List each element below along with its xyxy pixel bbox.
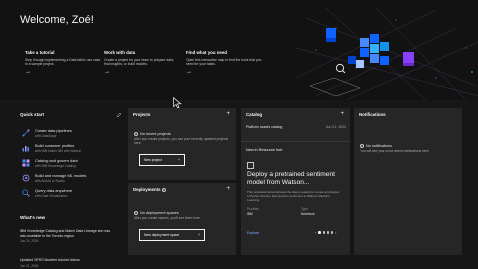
explore-link[interactable]: Explore [247,231,259,235]
quick-start-sub: with AutoAI or Studio [35,178,65,183]
pipeline-icon [22,129,30,137]
quick-start-sub: with Data Virtualization [35,193,68,198]
quick-start-item-ml[interactable]: Build and manage ML models with AutoAI o… [20,173,130,188]
find-what-you-need-card[interactable]: Find what you need Open this interactive… [186,50,262,75]
carousel-pager: ‹ › [315,230,336,235]
new-project-label: New project [144,158,162,162]
deployments-tile: Deployments i + i No deployment spaces Af… [128,183,236,255]
projects-title: Projects [133,112,151,117]
whats-new-item[interactable]: IBM Knowledge Catalog and Match Data Lin… [20,229,112,243]
notebook-icon [247,162,254,169]
quick-start-label: Catalog and govern data [35,158,78,163]
deployments-empty-title: No deployment spaces [140,211,179,215]
arrow-right-icon: → [25,68,31,75]
catalog-title: Catalog [246,112,263,117]
add-project-icon[interactable]: + [226,111,230,117]
projects-empty-desc: After you create projects, you see your … [134,137,229,146]
work-with-data-card-desc: Create a project for your team to prepar… [104,58,174,67]
add-catalog-icon[interactable]: + [340,111,344,117]
pager-dot[interactable] [330,231,334,234]
catalog-tile: Catalog + Platform assets catalog Jun 21… [241,108,350,255]
notifications-empty-title: No notifications [366,144,392,148]
quick-start-sub: with IBM Knowledge Catalog [35,163,76,168]
plus-icon: + [178,158,180,162]
quick-start-sub: with DataStage [35,133,57,138]
whats-new-text: Updated SPSS Modeler tutorial videos [20,258,80,262]
whats-new-title: What's new [20,215,46,220]
quick-start-item-catalog[interactable]: Catalog and govern data with IBM Knowled… [20,158,130,173]
deployments-empty-state: i No deployment spaces After you create s… [134,211,232,220]
whats-new-date: Jun 21, 2024 [20,263,39,268]
notifications-title: Notifications [359,112,386,117]
quick-start-label: Build and manage ML models [35,173,87,178]
tutorial-card-desc: Step through implementing a Data fabric … [25,58,101,67]
welcome-heading: Welcome, Zoé! [20,14,94,26]
tutorial-card[interactable]: Take a tutorial Step through implementin… [25,50,101,75]
pager-dot[interactable] [318,231,321,234]
whats-new-date: Jun 24, 2024 [20,239,39,243]
divider [241,141,350,142]
query-icon [22,189,30,197]
projects-empty-state: i No recent projects After you create pro… [134,132,232,145]
info-icon: i [360,144,364,148]
chevron-right-icon[interactable]: › [335,230,336,235]
ml-icon [22,174,30,182]
whats-new-item[interactable]: Updated SPSS Modeler tutorial videos Jun… [20,258,112,268]
plus-icon: + [198,233,200,237]
info-icon: i [134,211,138,215]
pager-dot[interactable] [326,231,329,234]
chevron-left-icon[interactable]: ‹ [315,230,316,235]
quick-start-title: Quick start [20,112,44,117]
welcome-banner: Welcome, Zoé! Take a tutorial Step throu… [0,0,478,100]
quick-start-list: Create data pipelines with DataStage Bui… [20,128,130,203]
new-project-button[interactable]: New project + [139,154,185,166]
quick-start-item-pipelines[interactable]: Create data pipelines with DataStage [20,128,130,143]
new-deployment-space-label: New deployment space [144,233,180,237]
catalog-item-date: Jun 21, 2024 [325,125,346,129]
quick-start-label: Query data anywhere [35,188,73,193]
find-card-desc: Open this interactive map to find the to… [186,58,262,67]
deployments-title: Deployments i [133,187,166,192]
catalog-item[interactable]: Platform assets catalog Jun 21, 2024 [246,125,346,129]
info-icon[interactable]: i [161,188,166,192]
projects-empty-title: No recent projects [140,132,171,136]
catalog-item-name: Platform assets catalog [246,125,283,129]
notifications-empty-desc: You will see your most recent notificati… [360,149,430,153]
arrow-right-icon: → [104,68,110,75]
resource-provider: Provider IBM [247,207,259,216]
resource-type: Type Notebook [301,207,315,216]
quick-start-item-query[interactable]: Query data anywhere with Data Virtualiza… [20,188,130,203]
pager-dot[interactable] [322,231,325,234]
work-with-data-card-title: Work with data [104,50,136,55]
work-with-data-card[interactable]: Work with data Create a project for your… [104,50,180,75]
edit-icon[interactable] [116,112,122,118]
resource-card-title[interactable]: Deploy a pretrained sentiment model from… [247,171,343,186]
catalog-icon [22,159,30,167]
new-deployment-space-button[interactable]: New deployment space + [139,229,205,241]
add-deployment-icon[interactable]: + [226,186,230,192]
quick-start-label: Build customer profiles [35,143,75,148]
projects-tile: Projects + i No recent projects After you… [128,108,236,180]
arrow-right-icon: → [186,68,192,75]
hero-illustration [296,8,478,100]
quick-start-item-profiles[interactable]: Build customer profiles with IBM Match 3… [20,143,130,158]
notifications-tile: Notifications i No notifications You will… [354,108,462,255]
resource-hub-title: New in Resource hub [246,148,283,152]
resource-card-desc: This notebook demonstrates the steps nee… [247,190,340,202]
tutorial-card-title: Take a tutorial [25,50,55,55]
find-card-title: Find what you need [186,50,227,55]
info-icon: i [134,132,138,136]
deployments-empty-desc: After you create spaces, you'll see them… [134,216,201,220]
quick-start-label: Create data pipelines [35,128,72,133]
notifications-empty-state: i No notifications You will see your most… [360,144,458,153]
quick-start-sub: with IBM Match 360 with Watson [35,148,82,153]
whats-new-text: IBM Knowledge Catalog and Match Data Lin… [20,229,111,238]
profile-icon [22,146,29,152]
